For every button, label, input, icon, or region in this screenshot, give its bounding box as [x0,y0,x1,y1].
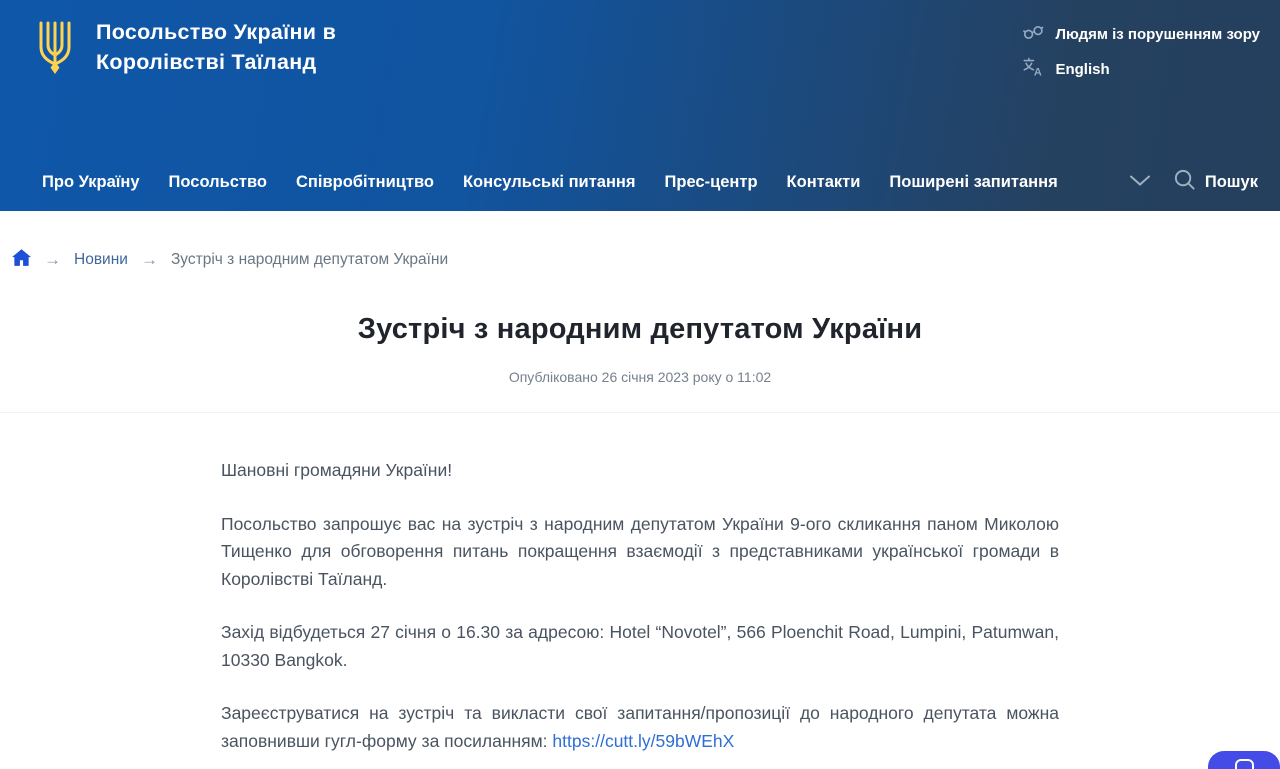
article-body: Шановні громадяни України! Посольство за… [221,457,1059,769]
accessibility-link[interactable]: Людям із порушенням зору [1022,21,1260,47]
article: Зустріч з народним депутатом України Опу… [0,313,1280,769]
nav-item-about-ukraine[interactable]: Про Україну [42,173,140,192]
paragraph-registration: Зареєструватися на зустріч та викласти с… [221,700,1059,755]
section-divider [0,412,1280,413]
breadcrumb: → Новини → Зустріч з народним депутатом … [0,211,1280,271]
published-date: Опубліковано 26 січня 2023 року о 11:02 [0,369,1280,385]
site-title-line2: Королівстві Таїланд [96,47,336,77]
page: Посольство України в Королівстві Таїланд [0,0,1280,769]
language-switch[interactable]: A English [1022,56,1260,82]
registration-link[interactable]: https://cutt.ly/59bWEhX [552,731,734,751]
messenger-icon [1235,759,1254,769]
nav-item-consular[interactable]: Консульські питання [463,173,636,192]
svg-text:A: A [1034,67,1042,78]
header-top-row: Посольство України в Королівстві Таїланд [0,0,1280,91]
language-label: English [1055,61,1109,78]
paragraph-event-details: Захід відбудеться 27 січня о 16.30 за ад… [221,619,1059,674]
accessibility-label: Людям із порушенням зору [1055,26,1260,43]
chevron-down-icon [1129,173,1151,192]
header-utility: Людям із порушенням зору A [1022,21,1260,91]
ukraine-trident-icon [34,18,76,81]
breadcrumb-link-news[interactable]: Новини [74,251,128,269]
breadcrumb-separator: → [44,250,61,270]
vision-impaired-icon [1022,21,1044,47]
search-label: Пошук [1205,173,1258,192]
nav-more-button[interactable] [1129,173,1151,192]
breadcrumb-current: Зустріч з народним депутатом України [171,251,448,269]
nav-item-contacts[interactable]: Контакти [787,173,861,192]
home-icon [12,249,31,271]
site-title-line1: Посольство України в [96,17,336,47]
translate-icon: A [1022,56,1044,82]
site-title: Посольство України в Королівстві Таїланд [96,17,336,81]
breadcrumb-separator: → [141,250,158,270]
nav-right-controls: Пошук [1129,168,1258,196]
page-title: Зустріч з народним депутатом України [0,313,1280,346]
site-brand[interactable]: Посольство України в Королівстві Таїланд [34,15,336,81]
search-icon [1173,168,1196,196]
chat-widget-button[interactable] [1208,751,1280,769]
main-nav: Про Україну Посольство Співробітництво К… [0,168,1280,196]
search-button[interactable]: Пошук [1173,168,1258,196]
nav-item-cooperation[interactable]: Співробітництво [296,173,434,192]
breadcrumb-home-link[interactable] [12,249,31,271]
paragraph-greeting: Шановні громадяни України! [221,457,1059,485]
nav-item-press-center[interactable]: Прес-центр [665,173,758,192]
nav-item-faq[interactable]: Поширені запитання [889,173,1057,192]
nav-item-embassy[interactable]: Посольство [169,173,267,192]
paragraph-invitation: Посольство запрошує вас на зустріч з нар… [221,511,1059,594]
site-header: Посольство України в Королівстві Таїланд [0,0,1280,211]
